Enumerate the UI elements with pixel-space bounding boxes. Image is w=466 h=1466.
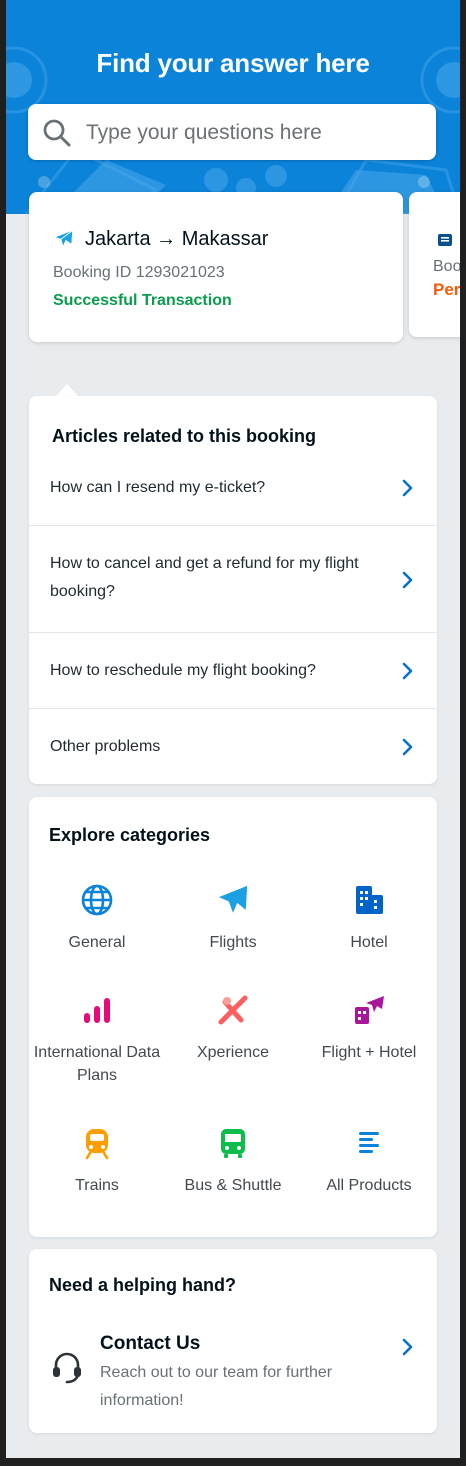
category-label: Hotel xyxy=(350,934,388,951)
article-label: Other problems xyxy=(50,738,161,755)
category-label: Flights xyxy=(209,934,257,951)
category-flights[interactable]: Flights xyxy=(165,883,301,954)
search-input[interactable] xyxy=(84,118,428,148)
article-item[interactable]: How can I resend my e-ticket? xyxy=(29,456,437,525)
booking-status: Successful Transaction xyxy=(53,292,232,309)
explore-categories-panel: Explore categories General Flights Hotel… xyxy=(29,797,437,1237)
article-item[interactable]: Other problems xyxy=(29,708,437,785)
category-label: All Products xyxy=(326,1177,412,1194)
flight-hotel-icon xyxy=(355,996,384,1024)
section-title: Articles related to this booking xyxy=(52,426,317,446)
category-label: International Data Plans xyxy=(33,1044,161,1084)
article-item[interactable]: How to cancel and get a refund for my fl… xyxy=(29,525,437,633)
article-label: How to reschedule my flight booking? xyxy=(50,662,316,679)
help-center-screen: Find your answer here Jakarta → Makassar… xyxy=(6,0,460,1458)
category-general[interactable]: General xyxy=(29,883,165,954)
category-label: Xperience xyxy=(196,1044,270,1061)
globe-icon xyxy=(81,884,113,916)
chevron-right-icon xyxy=(402,662,413,680)
xperience-icon xyxy=(218,995,248,1025)
chevron-right-icon xyxy=(402,479,413,497)
list-icon xyxy=(359,1132,379,1153)
booking-card[interactable]: Jakarta → Makassar Booking ID 1293021023… xyxy=(29,192,403,342)
booking-route: Jakarta → Makassar xyxy=(85,228,269,250)
bus-icon xyxy=(221,1129,245,1158)
selected-booking-pointer xyxy=(56,384,78,396)
chevron-right-icon xyxy=(402,571,413,589)
page-title: Find your answer here xyxy=(96,48,370,78)
airplane-icon xyxy=(55,230,73,246)
article-item[interactable]: How to reschedule my flight booking? xyxy=(29,632,437,709)
category-label: Trains xyxy=(75,1177,119,1194)
contact-us-title[interactable]: Contact Us xyxy=(100,1333,200,1355)
chevron-right-icon[interactable] xyxy=(401,1337,415,1357)
train-icon xyxy=(85,1129,109,1160)
category-hotel[interactable]: Hotel xyxy=(301,883,437,954)
category-flight-hotel[interactable]: Flight + Hotel xyxy=(301,993,437,1064)
category-xperience[interactable]: Xperience xyxy=(165,993,301,1064)
category-label: Flight + Hotel xyxy=(321,1044,417,1061)
category-bus-shuttle[interactable]: Bus & Shuttle xyxy=(165,1126,301,1197)
help-panel: Need a helping hand? Contact Us Reach ou… xyxy=(29,1249,437,1433)
related-articles-panel: Articles related to this booking How can… xyxy=(29,396,437,784)
section-title: Explore categories xyxy=(49,825,211,845)
booking-card[interactable]: Boo Per xyxy=(409,192,460,337)
building-icon xyxy=(356,886,383,914)
headset-icon xyxy=(53,1352,81,1384)
search-bar[interactable] xyxy=(28,104,436,160)
booking-id: Booking ID 1293021023 xyxy=(53,264,225,281)
hero-banner: Find your answer here xyxy=(6,0,460,214)
category-all-products[interactable]: All Products xyxy=(301,1126,437,1197)
chevron-right-icon xyxy=(402,738,413,756)
booking-id: Boo xyxy=(433,258,460,275)
article-label: How to cancel and get a refund for my fl… xyxy=(50,555,359,600)
contact-us-description: Reach out to our team for further inform… xyxy=(100,1364,333,1409)
article-label: How can I resend my e-ticket? xyxy=(50,479,266,496)
airplane-icon xyxy=(218,885,248,913)
section-title: Need a helping hand? xyxy=(49,1275,237,1295)
category-label: General xyxy=(68,934,126,951)
booking-status: Per xyxy=(433,280,460,299)
document-icon xyxy=(438,234,452,246)
category-international-data-plans[interactable]: International Data Plans xyxy=(29,993,165,1087)
category-trains[interactable]: Trains xyxy=(29,1126,165,1197)
category-label: Bus & Shuttle xyxy=(184,1177,282,1194)
search-icon xyxy=(43,119,71,147)
signal-bars-icon xyxy=(84,998,110,1023)
